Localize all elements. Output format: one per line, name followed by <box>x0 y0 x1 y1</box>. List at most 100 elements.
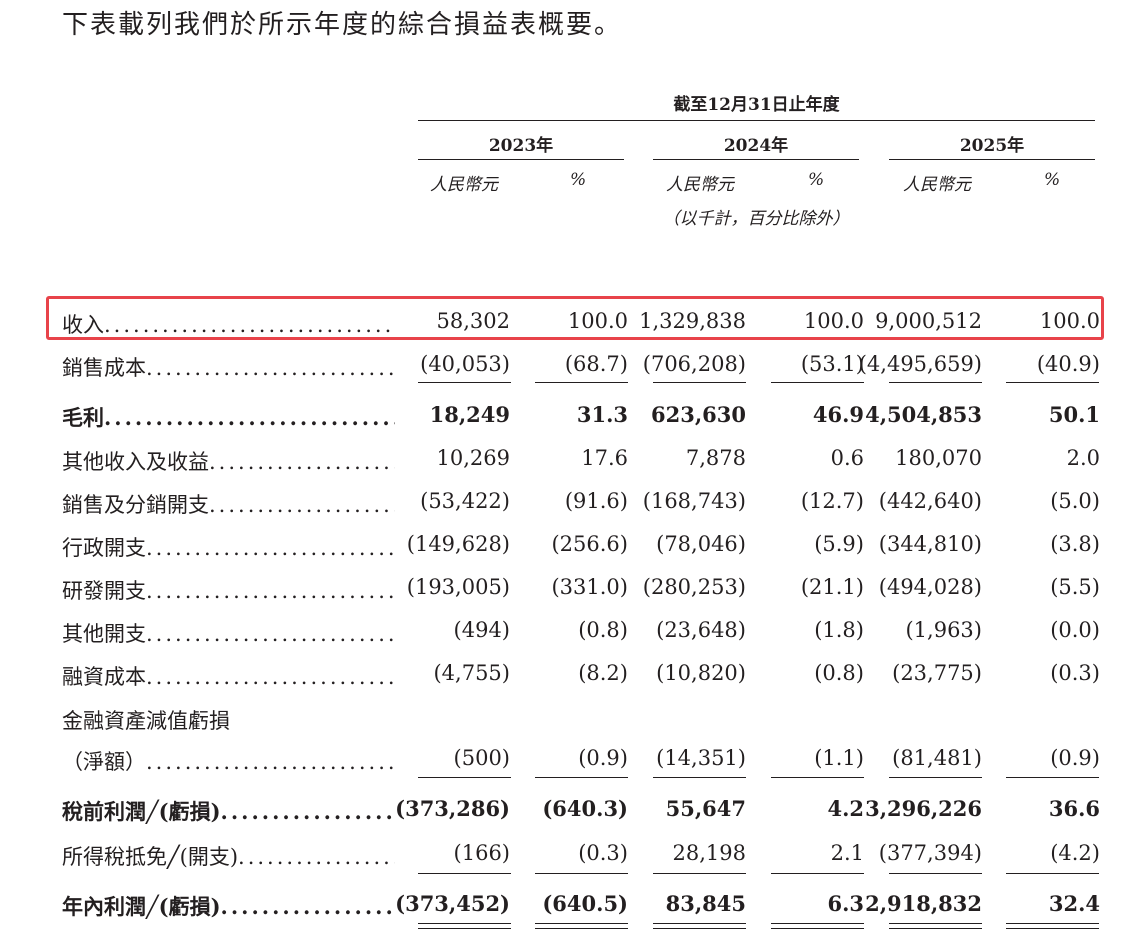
table-row-profit-before-tax: 稅前利潤╱(虧損)...............................… <box>0 788 1122 828</box>
cell-amount: (4,755) <box>433 661 510 685</box>
row-label-text: 融資成本 <box>62 665 146 689</box>
cell-amount: 28,198 <box>672 841 746 865</box>
table-row-other-income: 其他收入及收益............................... 10… <box>0 438 1122 478</box>
row-label: 年內利潤╱(虧損)............................... <box>62 891 395 921</box>
row-label: 毛利............................... <box>62 402 395 432</box>
cell-percent: 31.3 <box>576 402 628 427</box>
year-underline-2025 <box>889 159 1095 161</box>
total-double-rule <box>889 928 982 930</box>
table-row-gross-profit: 毛利............................... 18,249 3… <box>0 394 1122 434</box>
cell-amount: (78,046) <box>656 532 746 556</box>
cell-percent: (331.0) <box>551 575 628 599</box>
row-label-text: 其他收入及收益 <box>62 450 209 474</box>
intro-text: 下表載列我們於所示年度的綜合損益表概要。 <box>62 10 623 40</box>
dot-leader: ............................... <box>220 894 395 919</box>
cell-percent: (0.0) <box>1050 618 1100 642</box>
total-double-rule <box>418 928 511 930</box>
total-double-rule <box>535 928 628 930</box>
cell-amount: (168,743) <box>642 489 746 513</box>
cell-percent: (640.3) <box>542 796 628 821</box>
cell-amount: 83,845 <box>665 891 746 916</box>
cell-amount: 55,647 <box>665 796 746 821</box>
cell-amount: (373,286) <box>395 796 510 821</box>
unit-pct-2024: % <box>808 170 825 190</box>
subtotal-rule <box>418 873 511 875</box>
total-double-rule <box>1006 928 1099 930</box>
table-row-rd-expenses: 研發開支............................... (193,… <box>0 567 1122 607</box>
row-label: 銷售及分銷開支............................... <box>62 489 395 519</box>
cell-amount: (442,640) <box>878 489 982 513</box>
year-header-2024: 2024年 <box>723 136 789 156</box>
row-label-text: 其他開支 <box>62 622 146 646</box>
revenue-row-highlight <box>46 296 1104 340</box>
cell-percent: 2.0 <box>1066 446 1100 470</box>
unit-rmb-2023: 人民幣元 <box>430 175 498 195</box>
cell-percent: (5.0) <box>1050 489 1100 513</box>
cell-percent: (0.3) <box>1050 661 1100 685</box>
row-label-text: （淨額） <box>62 750 146 774</box>
cell-amount: (280,253) <box>642 575 746 599</box>
total-double-rule <box>1006 923 1099 925</box>
row-label: 銷售成本............................... <box>62 352 395 382</box>
subtotal-rule <box>1006 382 1099 384</box>
subtotal-rule <box>653 873 746 875</box>
subtotal-rule <box>418 777 511 779</box>
unit-note: （以千計，百分比除外） <box>662 209 850 229</box>
year-underline-2024 <box>653 159 859 161</box>
total-double-rule <box>418 923 511 925</box>
cell-amount: 18,249 <box>429 402 510 427</box>
total-double-rule <box>535 923 628 925</box>
cell-amount: (494,028) <box>878 575 982 599</box>
unit-rmb-2025: 人民幣元 <box>903 175 971 195</box>
total-double-rule <box>653 928 746 930</box>
row-label: 稅前利潤╱(虧損)............................... <box>62 796 395 826</box>
cell-percent: 4.2 <box>827 796 864 821</box>
cell-amount: (166) <box>453 841 510 865</box>
row-label: 其他收入及收益............................... <box>62 446 395 476</box>
subtotal-rule <box>1006 777 1099 779</box>
dot-leader: ............................... <box>146 579 395 603</box>
cell-percent: (0.9) <box>1050 746 1100 770</box>
year-header-2025: 2025年 <box>959 136 1025 156</box>
cell-percent: 36.6 <box>1048 796 1100 821</box>
cell-percent: (640.5) <box>542 891 628 916</box>
dot-leader: ............................... <box>104 405 395 430</box>
dot-leader: ............................... <box>146 356 395 380</box>
cell-percent: (8.2) <box>578 661 628 685</box>
row-label-text: 研發開支 <box>62 579 146 603</box>
row-label: 金融資產減值虧損 <box>62 705 395 735</box>
cell-amount: (23,648) <box>656 618 746 642</box>
dot-leader: ............................... <box>238 845 395 869</box>
cell-percent: 32.4 <box>1048 891 1100 916</box>
cell-amount: (377,394) <box>878 841 982 865</box>
subtotal-rule <box>418 382 511 384</box>
row-label-text: 稅前利潤╱(虧損) <box>62 799 221 824</box>
cell-amount: 2,918,832 <box>865 891 982 916</box>
cell-amount: (14,351) <box>656 746 746 770</box>
dot-leader: ............................... <box>209 493 395 517</box>
cell-percent: (0.3) <box>578 841 628 865</box>
table-row-income-tax: 所得稅抵免╱(開支)..............................… <box>0 833 1122 873</box>
cell-amount: (500) <box>453 746 510 770</box>
row-label: （淨額）............................... <box>62 746 395 776</box>
cell-amount: 180,070 <box>895 446 982 470</box>
table-row-impairment-losses: 金融資產減值虧損 <box>0 697 1122 737</box>
dot-leader: ............................... <box>146 536 395 560</box>
row-label-text: 年內利潤╱(虧損) <box>62 894 221 919</box>
cell-amount: (373,452) <box>395 891 510 916</box>
row-label-text: 所得稅抵免╱(開支) <box>62 845 239 869</box>
subtotal-rule <box>771 873 864 875</box>
subtotal-rule <box>889 777 982 779</box>
dot-leader: ............................... <box>146 622 395 646</box>
cell-percent: (12.7) <box>800 489 864 513</box>
cell-percent: (4.2) <box>1050 841 1100 865</box>
cell-percent: (1.1) <box>814 746 864 770</box>
total-double-rule <box>771 928 864 930</box>
cell-percent: 17.6 <box>581 446 628 470</box>
cell-amount: (494) <box>453 618 510 642</box>
year-underline-2023 <box>418 159 624 161</box>
dot-leader: ............................... <box>220 799 395 824</box>
cell-percent: (53.1) <box>800 352 864 376</box>
total-double-rule <box>771 923 864 925</box>
row-label-text: 行政開支 <box>62 536 146 560</box>
